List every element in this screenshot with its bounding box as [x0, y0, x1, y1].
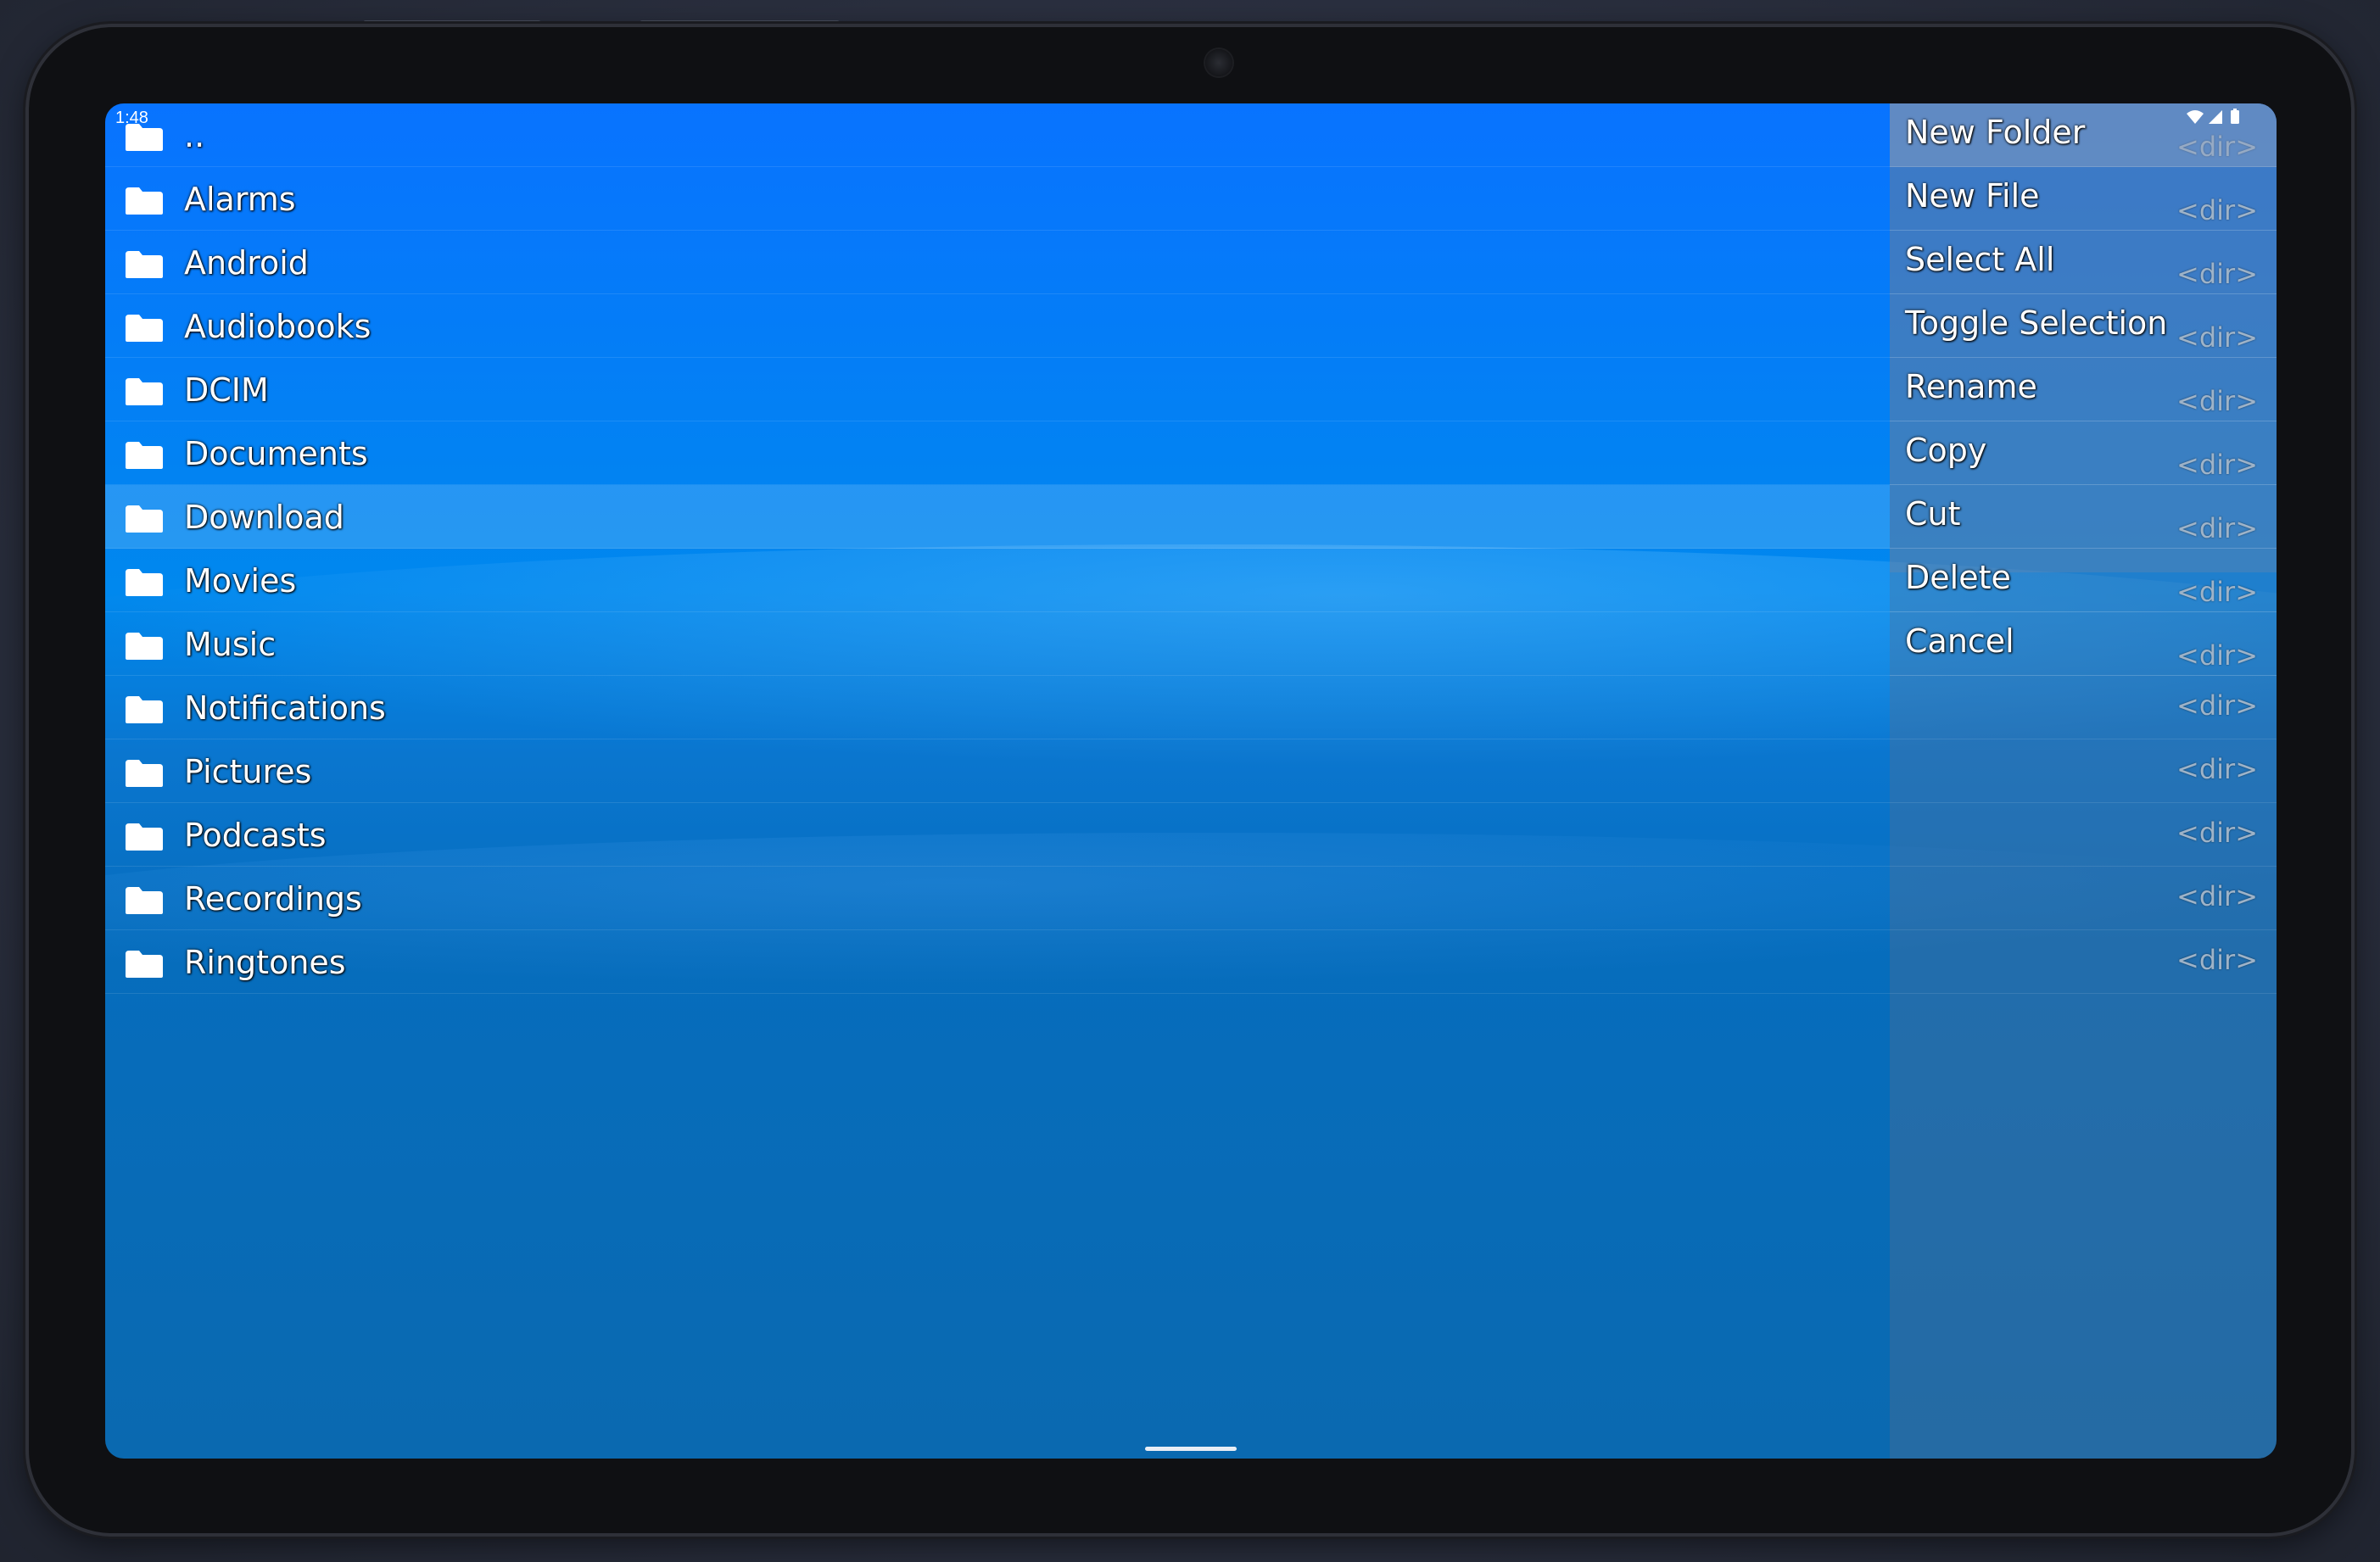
folder-icon [126, 569, 163, 596]
file-type: <dir> [2176, 753, 2258, 785]
menu-item-cut[interactable]: Cut [1890, 485, 2277, 549]
folder-icon [126, 187, 163, 215]
menu-item-label: Cancel [1905, 622, 2014, 660]
menu-item-delete[interactable]: Delete [1890, 549, 2277, 612]
file-type: <dir> [2176, 880, 2258, 912]
file-type: <dir> [2176, 944, 2258, 976]
folder-icon [126, 760, 163, 787]
menu-item-label: Rename [1905, 368, 2037, 405]
file-list: .. Alarms Android Audiobooks DCIM Docume… [105, 103, 1890, 994]
menu-item-toggle-selection[interactable]: Toggle Selection [1890, 294, 2277, 358]
folder-icon [126, 633, 163, 660]
file-type-cell: <dir> [1890, 930, 2277, 994]
power-button [640, 20, 840, 25]
context-menu: New Folder New File Select All Toggle Se… [1890, 103, 2277, 676]
menu-item-new-file[interactable]: New File [1890, 167, 2277, 231]
file-name: Movies [184, 562, 297, 600]
file-row[interactable]: Music [105, 612, 1890, 676]
file-type: <dir> [2176, 689, 2258, 722]
folder-icon [126, 378, 163, 405]
file-row[interactable]: Notifications [105, 676, 1890, 739]
file-type-cell: <dir> [1890, 676, 2277, 739]
menu-item-label: Cut [1905, 495, 1961, 533]
folder-icon [126, 251, 163, 278]
file-type: <dir> [2176, 817, 2258, 849]
folder-icon [126, 887, 163, 914]
screen: .. Alarms Android Audiobooks DCIM Docume… [105, 103, 2277, 1459]
menu-item-cancel[interactable]: Cancel [1890, 612, 2277, 676]
status-icons [2187, 109, 2239, 124]
menu-item-copy[interactable]: Copy [1890, 421, 2277, 485]
folder-icon [126, 442, 163, 469]
status-time: 1:48 [115, 109, 148, 127]
menu-item-label: New File [1905, 177, 2040, 215]
file-name: .. [184, 117, 205, 154]
file-name: Podcasts [184, 817, 327, 854]
menu-item-label: New Folder [1905, 114, 2086, 151]
file-row[interactable]: Documents [105, 421, 1890, 485]
file-name: Ringtones [184, 944, 346, 981]
file-type-cell: <dir> [1890, 803, 2277, 867]
file-row[interactable]: Podcasts [105, 803, 1890, 867]
file-row-selected[interactable]: Download [105, 485, 1890, 549]
file-name: DCIM [184, 371, 269, 409]
front-camera [1205, 49, 1232, 76]
wifi-icon [2187, 110, 2204, 124]
folder-icon [126, 951, 163, 978]
file-name: Pictures [184, 753, 312, 790]
file-name: Alarms [184, 181, 296, 218]
folder-icon [126, 823, 163, 851]
file-name: Documents [184, 435, 368, 472]
file-type-cell: <dir> [1890, 867, 2277, 930]
file-row[interactable]: .. [105, 103, 1890, 167]
file-row[interactable]: Recordings [105, 867, 1890, 930]
menu-item-label: Toggle Selection [1905, 304, 2168, 342]
home-gesture-bar[interactable] [1145, 1447, 1237, 1451]
file-name: Notifications [184, 689, 386, 727]
menu-item-label: Copy [1905, 432, 1987, 469]
signal-icon [2209, 110, 2222, 124]
file-row[interactable]: Pictures [105, 739, 1890, 803]
file-name: Recordings [184, 880, 362, 918]
file-row[interactable]: Ringtones [105, 930, 1890, 994]
menu-item-label: Select All [1905, 241, 2055, 278]
file-name: Music [184, 626, 277, 663]
file-name: Download [184, 499, 344, 536]
folder-icon [126, 505, 163, 533]
file-name: Android [184, 244, 309, 282]
file-name: Audiobooks [184, 308, 372, 345]
file-type-cell: <dir> [1890, 739, 2277, 803]
battery-icon [2231, 109, 2239, 124]
file-row[interactable]: Movies [105, 549, 1890, 612]
menu-item-rename[interactable]: Rename [1890, 358, 2277, 421]
menu-item-select-all[interactable]: Select All [1890, 231, 2277, 294]
menu-item-label: Delete [1905, 559, 2011, 596]
file-row[interactable]: Audiobooks [105, 294, 1890, 358]
file-row[interactable]: DCIM [105, 358, 1890, 421]
file-row[interactable]: Android [105, 231, 1890, 294]
folder-icon [126, 315, 163, 342]
folder-icon [126, 696, 163, 723]
file-row[interactable]: Alarms [105, 167, 1890, 231]
volume-button [363, 20, 541, 25]
